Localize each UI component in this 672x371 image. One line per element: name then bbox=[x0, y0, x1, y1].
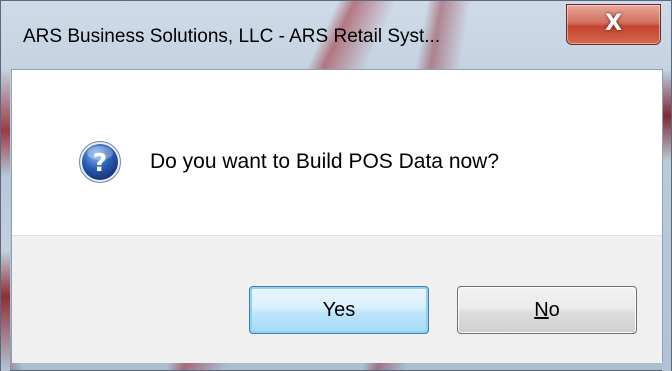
no-button-label: o bbox=[548, 298, 560, 321]
question-icon: ? bbox=[79, 141, 121, 183]
dialog-button-bar: Yes No bbox=[12, 235, 662, 363]
yes-button-label: Yes bbox=[322, 298, 356, 321]
dialog-window-frame: ARS Business Solutions, LLC - ARS Retail… bbox=[0, 0, 672, 371]
no-button-mnemonic: N bbox=[534, 298, 549, 321]
close-button[interactable]: X bbox=[566, 4, 661, 45]
yes-button[interactable]: Yes bbox=[249, 286, 429, 334]
dialog-client-area: ? Do you want to Build POS Data now? Yes… bbox=[11, 69, 663, 363]
no-button[interactable]: No bbox=[457, 286, 637, 334]
close-icon: X bbox=[605, 11, 622, 36]
window-frame-left-edge bbox=[1, 71, 10, 371]
svg-text:?: ? bbox=[93, 148, 108, 177]
window-frame-right-edge bbox=[662, 71, 671, 371]
dialog-message: Do you want to Build POS Data now? bbox=[150, 150, 500, 173]
window-title: ARS Business Solutions, LLC - ARS Retail… bbox=[23, 26, 441, 47]
